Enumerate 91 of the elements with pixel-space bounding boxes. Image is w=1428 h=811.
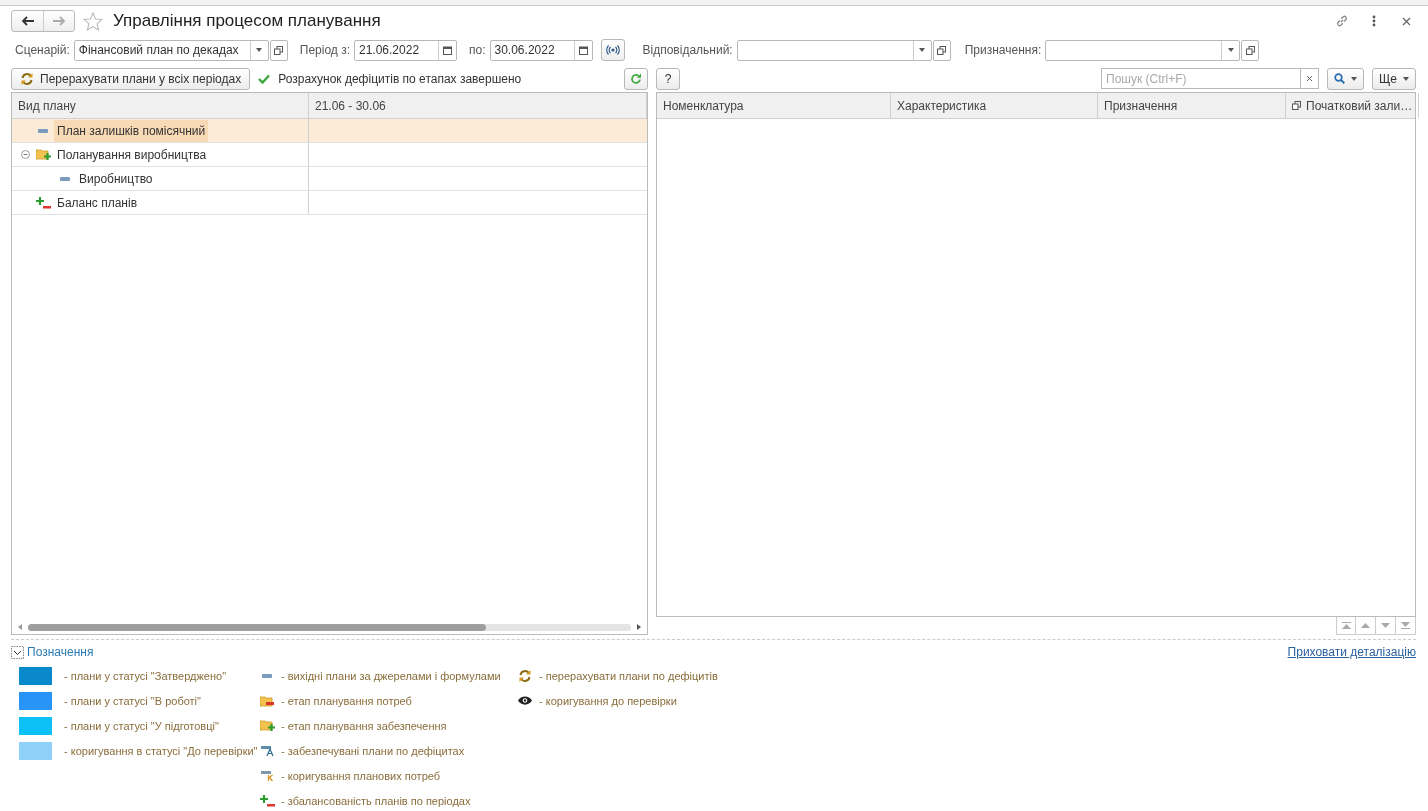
clear-icon[interactable] bbox=[1306, 75, 1314, 82]
dropdown-icon bbox=[1351, 76, 1358, 81]
dropdown-icon[interactable] bbox=[919, 48, 926, 52]
select-field[interactable] bbox=[1045, 39, 1241, 61]
scenario-field[interactable]: Фінансовий план по декадах bbox=[73, 39, 269, 61]
search-field[interactable]: Пошук (Ctrl+F) bbox=[1101, 68, 1302, 89]
legend-text: - плани у статусі "У підготовці" bbox=[64, 719, 219, 732]
forward-arrow-icon bbox=[52, 16, 66, 26]
up-icon bbox=[1361, 623, 1370, 628]
legend-text: - коригування до перевірки bbox=[539, 694, 677, 707]
dropdown-icon[interactable] bbox=[1227, 48, 1234, 52]
window-title: Управління процесом планування bbox=[113, 11, 381, 31]
plus-minus-icon bbox=[35, 196, 51, 209]
legend-text: - вихідні плани за джерелами і формулами bbox=[281, 669, 501, 682]
column-header[interactable]: Характеристика bbox=[891, 93, 1098, 118]
legend-text: - збалансованість планів по періодах bbox=[281, 794, 471, 807]
folder-plus-icon bbox=[35, 148, 51, 161]
collapse-icon[interactable] bbox=[11, 645, 24, 659]
tree-item-label: Баланс планів bbox=[56, 194, 139, 212]
radio-waves-button[interactable] bbox=[600, 39, 625, 61]
tree-row[interactable]: Виробництво bbox=[12, 167, 647, 191]
legend-text: - перерахувати плани по дефіцитів bbox=[539, 669, 718, 682]
dropdown-icon[interactable] bbox=[256, 48, 263, 52]
legend-text: - плани у статусі "В роботі" bbox=[64, 694, 201, 707]
refresh-button[interactable] bbox=[624, 67, 648, 90]
field-label: Сценарій: bbox=[15, 43, 70, 57]
bar-pen-icon bbox=[260, 744, 274, 757]
minus-icon bbox=[262, 673, 272, 678]
select-field[interactable] bbox=[736, 39, 932, 61]
refresh-icon bbox=[20, 71, 34, 86]
refresh-icon bbox=[518, 668, 532, 683]
search-icon bbox=[1334, 73, 1346, 84]
scroll-left-icon[interactable] bbox=[18, 624, 22, 630]
field-label: Період з: bbox=[299, 43, 350, 57]
legend-text: - коригування планових потреб bbox=[281, 769, 441, 782]
column-header[interactable]: Номенклатура bbox=[657, 93, 891, 118]
search-button[interactable] bbox=[1327, 67, 1365, 90]
tree-item-label: План залишків помісячний bbox=[54, 119, 209, 142]
status-text: Розрахунок дефіцитів по етапах завершено bbox=[278, 71, 522, 86]
folder-minus-icon bbox=[260, 694, 274, 707]
minus-icon bbox=[38, 128, 48, 133]
date-field[interactable]: 30.06.2022 bbox=[489, 39, 593, 61]
close-icon[interactable] bbox=[1401, 16, 1411, 26]
eye-icon bbox=[518, 696, 532, 705]
legend-text: - етап планування забезпечення bbox=[281, 719, 447, 732]
link-icon[interactable] bbox=[1335, 14, 1349, 28]
legend-text: - плани у статусі "Затверджено" bbox=[64, 669, 227, 682]
field-label: Призначення: bbox=[964, 43, 1042, 57]
legend-text: - етап планування потреб bbox=[281, 694, 412, 707]
open-window-icon bbox=[937, 45, 947, 55]
tree-row[interactable]: Баланс планів bbox=[12, 191, 647, 215]
legend-text: - забезпечувані плани по дефіцитах bbox=[281, 744, 465, 757]
dropdown-icon bbox=[1403, 76, 1409, 81]
open-button[interactable] bbox=[932, 39, 951, 61]
field-label: Відповідальний: bbox=[642, 43, 733, 57]
date-field[interactable]: 21.06.2022 bbox=[354, 39, 457, 61]
recalculate-button[interactable]: Перерахувати плани у всіх періодах bbox=[11, 67, 251, 90]
folder-plus-icon bbox=[259, 719, 275, 732]
minus-icon bbox=[60, 176, 70, 181]
column-header[interactable]: Початковий зали… bbox=[1286, 93, 1420, 118]
calendar-icon[interactable] bbox=[578, 45, 588, 55]
open-button[interactable] bbox=[269, 39, 288, 61]
column-header[interactable]: Призначення bbox=[1098, 93, 1286, 118]
column-header[interactable]: 21.06 - 30.06 bbox=[309, 93, 647, 118]
column-header[interactable]: Вид плану bbox=[12, 93, 309, 118]
more-menu-icon[interactable] bbox=[1372, 15, 1376, 27]
tree-row[interactable]: Поланування виробництва bbox=[12, 143, 647, 167]
tree-item-label: Поланування виробництва bbox=[56, 146, 208, 164]
legend-title[interactable]: Позначення bbox=[27, 645, 94, 659]
back-arrow-icon bbox=[21, 16, 34, 26]
legend-text: - коригування в статусі "До перевірки" bbox=[64, 744, 258, 757]
scroll-right-icon[interactable] bbox=[637, 624, 641, 630]
hide-details-link[interactable]: Приховати деталізацію bbox=[1287, 645, 1416, 659]
refresh-icon bbox=[630, 72, 642, 85]
radio-waves-icon bbox=[605, 45, 620, 55]
help-button[interactable]: ? bbox=[656, 67, 680, 90]
bar-pen-icon bbox=[260, 769, 274, 782]
last-icon bbox=[1401, 622, 1410, 629]
star-icon[interactable] bbox=[83, 11, 103, 31]
plus-minus-icon bbox=[259, 794, 275, 807]
tree-row[interactable]: План залишків помісячний bbox=[12, 119, 647, 143]
check-icon bbox=[258, 73, 271, 84]
calendar-icon[interactable] bbox=[443, 45, 452, 55]
more-button[interactable]: Ще bbox=[1372, 67, 1416, 90]
tree-item-label: Виробництво bbox=[78, 170, 154, 188]
open-window-icon bbox=[1245, 45, 1255, 55]
down-icon bbox=[1381, 623, 1390, 628]
first-icon bbox=[1341, 622, 1351, 629]
field-label: по: bbox=[469, 43, 486, 57]
open-window-icon bbox=[274, 45, 284, 55]
open-button[interactable] bbox=[1241, 39, 1260, 61]
